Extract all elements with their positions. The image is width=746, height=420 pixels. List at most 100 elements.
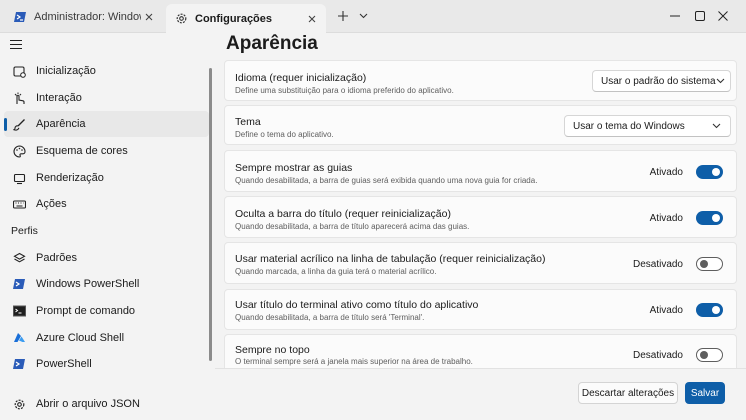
dropdown-value: Usar o padrão do sistema [601, 75, 716, 87]
hide-title-bar-toggle[interactable] [696, 211, 723, 225]
sidebar-item-azure-cloud-shell[interactable]: Azure Cloud Shell [4, 325, 209, 351]
sidebar-item-label: Esquema de cores [36, 145, 128, 157]
monitor-icon [12, 171, 26, 185]
toggle-state-label: Ativado [649, 212, 683, 224]
sidebar-item-label: Padrões [36, 252, 77, 264]
chevron-down-icon [711, 121, 721, 131]
setting-language: Idioma (requer inicialização) Define uma… [224, 60, 737, 101]
save-button[interactable]: Salvar [685, 382, 725, 404]
tab-powershell[interactable]: Administrador: Windows PowerShell [5, 5, 163, 29]
sidebar-item-label: Inicialização [36, 65, 96, 77]
tab-label: Administrador: Windows PowerShell [34, 11, 141, 23]
setting-description: Quando desabilitada, a barra de título a… [235, 222, 470, 231]
sidebar-item-label: Interação [36, 92, 82, 104]
powershell-icon [12, 277, 26, 291]
sidebar-item-label: Windows PowerShell [36, 278, 140, 290]
sidebar-item-label: Azure Cloud Shell [36, 332, 125, 344]
sidebar-item-label: Prompt de comando [36, 305, 136, 317]
setting-terminal-title: Usar título do terminal ativo como títul… [224, 289, 737, 330]
sidebar-item-label: Ações [36, 198, 67, 210]
powershell-icon [13, 10, 27, 24]
discard-changes-button[interactable]: Descartar alterações [578, 382, 678, 404]
toggle-knob [700, 260, 708, 268]
toggle-row: Ativado [650, 211, 723, 225]
toggle-state-label: Desativado [632, 258, 683, 270]
tab-settings[interactable]: Configurações [166, 4, 326, 33]
close-tab-icon[interactable] [304, 11, 320, 27]
sidebar-item-prompt-de-comando[interactable]: Prompt de comando [4, 298, 209, 324]
interaction-icon [12, 91, 26, 105]
toggle-knob [712, 168, 720, 176]
tab-dropdown-button[interactable] [352, 6, 374, 26]
azure-icon [12, 331, 26, 345]
title-bar: Administrador: Windows PowerShell Config… [0, 0, 746, 33]
footer-divider [215, 368, 746, 369]
page-title: Aparência [226, 33, 318, 54]
sidebar-item-acoes[interactable]: Ações [4, 191, 209, 217]
theme-dropdown[interactable]: Usar o tema do Windows [564, 115, 731, 137]
toggle-row: Desativado [633, 257, 723, 271]
toggle-state-label: Ativado [649, 304, 683, 316]
setting-always-on-top: Sempre no topo O terminal sempre será a … [224, 334, 737, 368]
setting-description: O terminal sempre será a janela mais sup… [235, 357, 473, 366]
setting-title: Sempre mostrar as guias [235, 162, 353, 174]
setting-title: Oculta a barra do título (requer reinici… [235, 208, 451, 220]
brush-icon [12, 117, 26, 131]
powershell-icon [12, 357, 26, 371]
setting-always-show-tabs: Sempre mostrar as guias Quando desabilit… [224, 150, 737, 192]
sidebar-item-renderizacao[interactable]: Renderização [4, 165, 209, 191]
sidebar-scrollbar[interactable] [209, 68, 212, 361]
toggle-row: Desativado [633, 348, 723, 362]
setting-title: Idioma (requer inicialização) [235, 72, 367, 84]
sidebar-item-label: Aparência [36, 118, 86, 130]
sidebar-item-inicializacao[interactable]: Inicialização [4, 58, 209, 84]
close-window-button[interactable] [700, 0, 746, 32]
setting-title: Usar título do terminal ativo como títul… [235, 299, 479, 311]
setting-description: Quando desabilitada, a barra de título s… [235, 313, 425, 322]
tab-label: Configurações [195, 12, 273, 25]
setting-theme: Tema Define o tema do aplicativo. Usar o… [224, 105, 737, 145]
open-json-file-button[interactable]: Abrir o arquivo JSON [4, 391, 209, 417]
setting-title: Tema [235, 116, 261, 128]
sidebar: Inicialização Interação Aparência Esquem… [0, 33, 215, 420]
keyboard-icon [12, 197, 26, 211]
sidebar-item-label: PowerShell [36, 358, 92, 370]
layers-icon [12, 251, 26, 265]
sidebar-item-label: Renderização [36, 172, 104, 184]
always-show-tabs-toggle[interactable] [696, 165, 723, 179]
sidebar-item-windows-powershell[interactable]: Windows PowerShell [4, 271, 209, 297]
new-tab-button[interactable] [332, 6, 354, 26]
toggle-knob [712, 214, 720, 222]
language-dropdown[interactable]: Usar o padrão do sistema [592, 70, 731, 92]
close-tab-icon[interactable] [141, 9, 157, 25]
open-json-label: Abrir o arquivo JSON [36, 398, 140, 410]
setting-title: Sempre no topo [235, 344, 310, 356]
setting-description: Quando desabilitada, a barra de guias se… [235, 176, 538, 185]
toggle-knob [712, 306, 720, 314]
section-label-profiles: Perfis [11, 225, 38, 237]
gear-icon [12, 397, 26, 411]
sidebar-item-padroes[interactable]: Padrões [4, 245, 209, 271]
toggle-state-label: Ativado [649, 166, 683, 178]
hamburger-menu-icon[interactable] [10, 38, 24, 52]
sidebar-item-aparencia[interactable]: Aparência [4, 111, 209, 137]
setting-acrylic-tab-row: Usar material acrílico na linha de tabul… [224, 242, 737, 284]
setting-description: Quando marcada, a linha da guia terá o m… [235, 267, 437, 276]
toggle-state-label: Desativado [632, 349, 683, 361]
setting-hide-title-bar: Oculta a barra do título (requer reinici… [224, 196, 737, 238]
acrylic-tab-row-toggle[interactable] [696, 257, 723, 271]
cmd-icon [12, 304, 26, 318]
dropdown-value: Usar o tema do Windows [573, 120, 685, 132]
toggle-row: Ativado [650, 165, 723, 179]
sidebar-item-interacao[interactable]: Interação [4, 85, 209, 111]
setting-title: Usar material acrílico na linha de tabul… [235, 253, 546, 265]
selection-indicator [4, 118, 7, 131]
setting-description: Define uma substituição para o idioma pr… [235, 86, 454, 95]
chevron-down-icon [716, 76, 725, 86]
sidebar-item-esquema-de-cores[interactable]: Esquema de cores [4, 138, 209, 164]
setting-description: Define o tema do aplicativo. [235, 130, 334, 139]
launch-icon [12, 64, 26, 78]
always-on-top-toggle[interactable] [696, 348, 723, 362]
sidebar-item-powershell[interactable]: PowerShell [4, 351, 209, 377]
terminal-title-toggle[interactable] [696, 303, 723, 317]
